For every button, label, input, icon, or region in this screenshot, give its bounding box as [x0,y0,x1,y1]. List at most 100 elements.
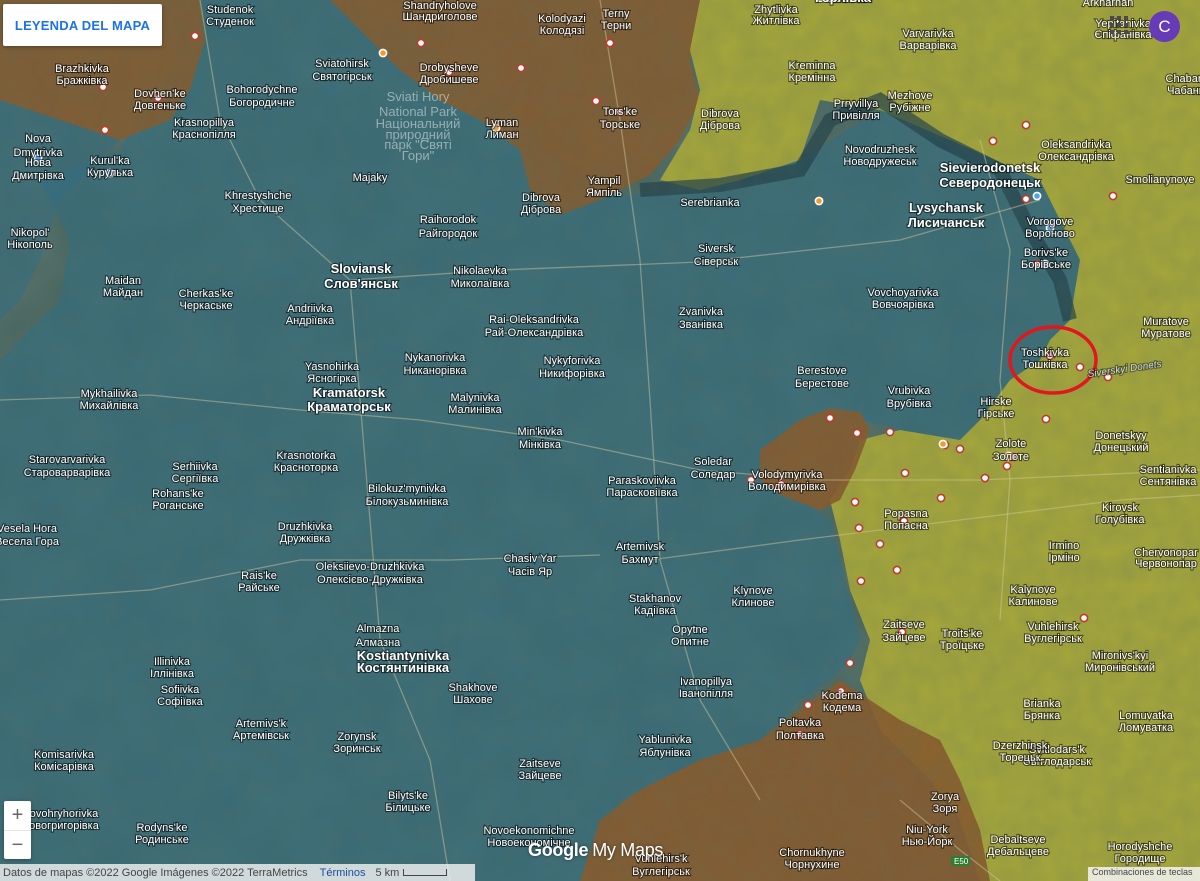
place-marker[interactable] [1079,613,1089,623]
place-label: Ясногірка [307,373,357,385]
account-avatar[interactable]: C [1149,11,1180,42]
map-canvas[interactable]: StudenokСтуденокShandryholoveШандриголов… [0,0,1200,881]
place-marker[interactable] [416,38,426,48]
place-label: Mezhove [888,90,933,102]
place-marker[interactable] [605,38,615,48]
place-label: Сентянівка [1140,476,1198,488]
place-label: Никифорівка [539,368,606,380]
place-label: Drobysheve [420,62,479,74]
place-label: Zolote [996,438,1027,450]
place-label: Кадіївка [634,605,676,617]
place-label: Вороново [1025,228,1075,240]
place-marker[interactable] [988,136,998,146]
place-label: Врубівка [887,398,933,410]
place-label: Prryvillya [834,98,879,110]
place-label: Опитне [671,636,709,648]
place-marker[interactable] [856,576,866,586]
place-marker[interactable] [591,96,601,106]
place-label: Торське [600,119,640,131]
place-label: Довгеньке [134,100,186,112]
place-marker[interactable] [938,439,948,449]
place-label: Соледар [691,469,736,481]
place-label: Богородичне [229,97,295,109]
place-label: Borivs'ke [1024,247,1068,259]
place-marker[interactable] [1002,461,1012,471]
place-marker[interactable] [825,413,835,423]
place-marker[interactable] [190,31,200,41]
place-label: Олександрівка [1038,151,1114,163]
place-label: Ірміно [1048,552,1079,564]
place-label: Терни [601,20,632,32]
place-label: Krasnotorka [276,450,336,462]
apps-grid-icon[interactable] [1110,16,1128,34]
place-marker[interactable] [854,523,864,533]
place-label: Druzhkivka [278,521,333,533]
place-marker[interactable] [845,658,855,668]
place-marker[interactable] [814,196,824,206]
map-legend-button[interactable]: LEYENDA DEL MAPA [3,4,162,46]
place-marker[interactable] [378,48,388,58]
terms-link[interactable]: Términos [320,867,366,879]
place-label: Cherkas'ke [179,288,234,300]
place-marker[interactable] [100,125,110,135]
place-label: Nova [25,133,52,145]
place-marker[interactable] [936,493,946,503]
place-marker[interactable] [852,428,862,438]
place-label: Гори" [402,148,435,163]
place-label: Oleksandrivka [1041,139,1112,151]
place-label: Kurul'ka [90,155,130,167]
place-label: Lyman [486,117,519,129]
place-marker[interactable] [1041,414,1051,424]
zoom-in-button[interactable]: + [4,801,31,830]
place-marker[interactable] [516,63,526,73]
place-label: Majaky [353,172,388,184]
place-label: Rais'ke [241,570,277,582]
map-attribution: Datos de mapas ©2022 Google Imágenes ©20… [3,866,308,879]
place-label: Serhiivka [172,461,218,473]
place-label: Tors'ke [603,106,638,118]
place-label: Вуглегірськ [632,866,690,878]
place-label: Северодонецьк [939,175,1041,190]
place-marker[interactable] [885,427,895,437]
place-label: Vesela Hora [0,523,58,535]
place-marker[interactable] [1032,191,1042,201]
place-label: Троїцьке [940,640,984,652]
place-label: Краснопілля [172,129,236,141]
place-marker[interactable] [955,444,965,454]
place-label: Mironivs'kyi [1092,650,1149,662]
place-marker[interactable] [1075,362,1085,372]
place-label: Sofiivka [161,684,200,696]
place-marker[interactable] [850,497,860,507]
place-label: Nikopol' [11,227,50,239]
place-label: Smolianynove [1125,174,1194,186]
keyboard-shortcuts-link[interactable]: Combinaciones de teclas [1088,867,1200,881]
place-label: Борівське [1021,259,1071,271]
place-marker[interactable] [1108,191,1118,201]
place-label: Muratove [1143,316,1189,328]
place-marker[interactable] [980,473,990,483]
place-label: Чорнухине [785,859,840,871]
place-label: Красноторка [274,462,339,474]
place-marker[interactable] [803,700,813,710]
place-marker[interactable] [892,565,902,575]
place-label: Комісарівка [34,761,95,773]
place-label: Костянтинівка [357,660,450,675]
place-label: Paraskoviivka [608,475,677,487]
zoom-out-button[interactable]: − [4,831,31,860]
place-marker[interactable] [1021,194,1031,204]
place-label: Bohorodychne [227,84,298,96]
place-marker[interactable] [875,539,885,549]
place-label: Krasnopillya [174,117,235,129]
place-label: Horodyshche [1108,841,1173,853]
place-label: Vuhlehirsk [1028,621,1079,633]
place-label: Illinivka [154,656,191,668]
place-label: Черкаське [179,300,232,312]
place-label: Chasiv Yar [504,553,557,565]
place-label: Вуглегірськ [1024,633,1082,645]
place-label: Bilokuz'mynivka [368,483,447,495]
place-label: Никанорівка [403,365,467,377]
place-marker[interactable] [1021,120,1031,130]
place-label: Ivanopillya [680,676,733,688]
place-label: Білокузьминівка [366,496,450,508]
place-marker[interactable] [900,468,910,478]
